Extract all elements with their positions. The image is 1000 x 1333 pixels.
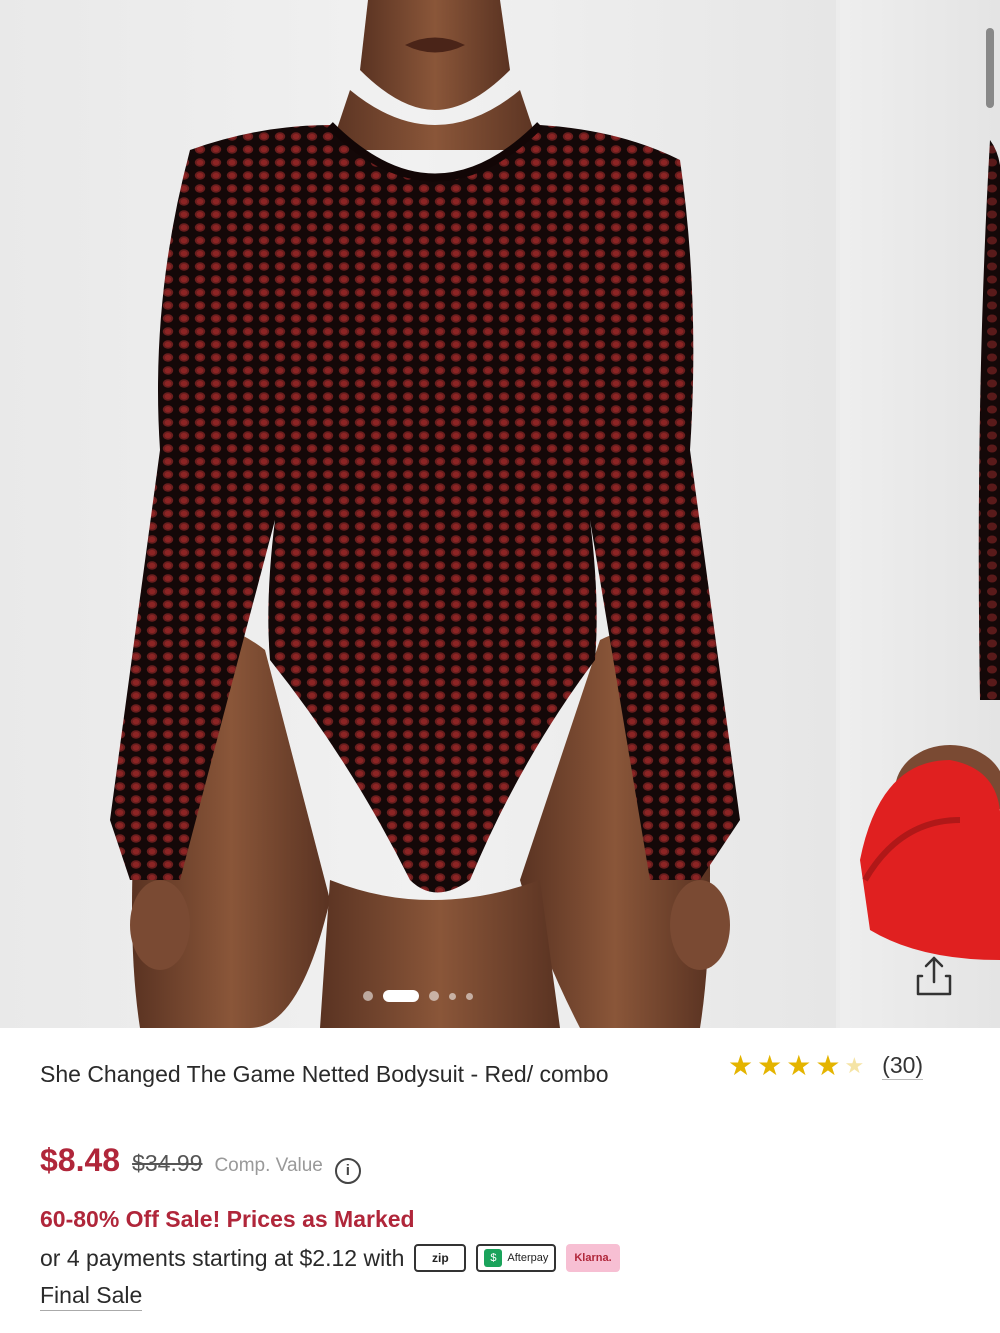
carousel-dot[interactable] bbox=[363, 991, 373, 1001]
product-image-carousel[interactable] bbox=[0, 0, 1000, 1028]
carousel-dot[interactable] bbox=[449, 992, 456, 1000]
comp-value-label: Comp. Value bbox=[214, 1155, 323, 1176]
product-title: She Changed The Game Netted Bodysuit - R… bbox=[40, 1061, 609, 1087]
star-icon: ★ bbox=[757, 1050, 783, 1081]
carousel-dot[interactable] bbox=[429, 991, 439, 1001]
product-image-next[interactable] bbox=[840, 0, 1000, 1028]
carousel-pagination[interactable] bbox=[0, 986, 836, 1006]
star-half-icon: ★ bbox=[844, 1053, 865, 1078]
scrollbar-thumb[interactable] bbox=[986, 28, 994, 108]
sale-price: $8.48 bbox=[40, 1142, 121, 1178]
product-image-main[interactable] bbox=[0, 0, 836, 1028]
product-photo bbox=[110, 0, 740, 1028]
price-row: $8.48 $34.99 Comp. Value i bbox=[40, 1142, 361, 1184]
product-info: She Changed The Game Netted Bodysuit - R… bbox=[0, 1028, 1000, 1333]
carousel-dot-active[interactable] bbox=[383, 990, 419, 1002]
review-count-link[interactable]: (30) bbox=[882, 1052, 924, 1080]
star-icon: ★ bbox=[815, 1050, 841, 1081]
payments-text: or 4 payments starting at $2.12 with bbox=[40, 1244, 405, 1271]
afterpay-logo-icon: $ bbox=[484, 1249, 503, 1267]
carousel-dot[interactable] bbox=[466, 992, 473, 1000]
zip-badge[interactable]: zip bbox=[414, 1244, 467, 1272]
share-icon bbox=[916, 956, 952, 996]
promo-text: 60-80% Off Sale! Prices as Marked bbox=[40, 1206, 415, 1232]
afterpay-label: Afterpay bbox=[507, 1252, 549, 1264]
afterpay-badge[interactable]: $ Afterpay bbox=[476, 1244, 557, 1272]
product-photo-next bbox=[860, 140, 1000, 960]
star-icon: ★ bbox=[786, 1050, 812, 1081]
info-icon[interactable]: i bbox=[334, 1157, 361, 1184]
product-rating[interactable]: ★ ★ ★ ★ ★ (30) bbox=[728, 1050, 924, 1081]
original-price: $34.99 bbox=[132, 1150, 203, 1176]
share-button[interactable] bbox=[906, 950, 962, 1002]
klarna-badge[interactable]: Klarna. bbox=[566, 1244, 620, 1272]
star-icon: ★ bbox=[728, 1050, 754, 1081]
installment-payments: or 4 payments starting at $2.12 with zip… bbox=[40, 1244, 620, 1272]
final-sale-link[interactable]: Final Sale bbox=[40, 1282, 143, 1311]
